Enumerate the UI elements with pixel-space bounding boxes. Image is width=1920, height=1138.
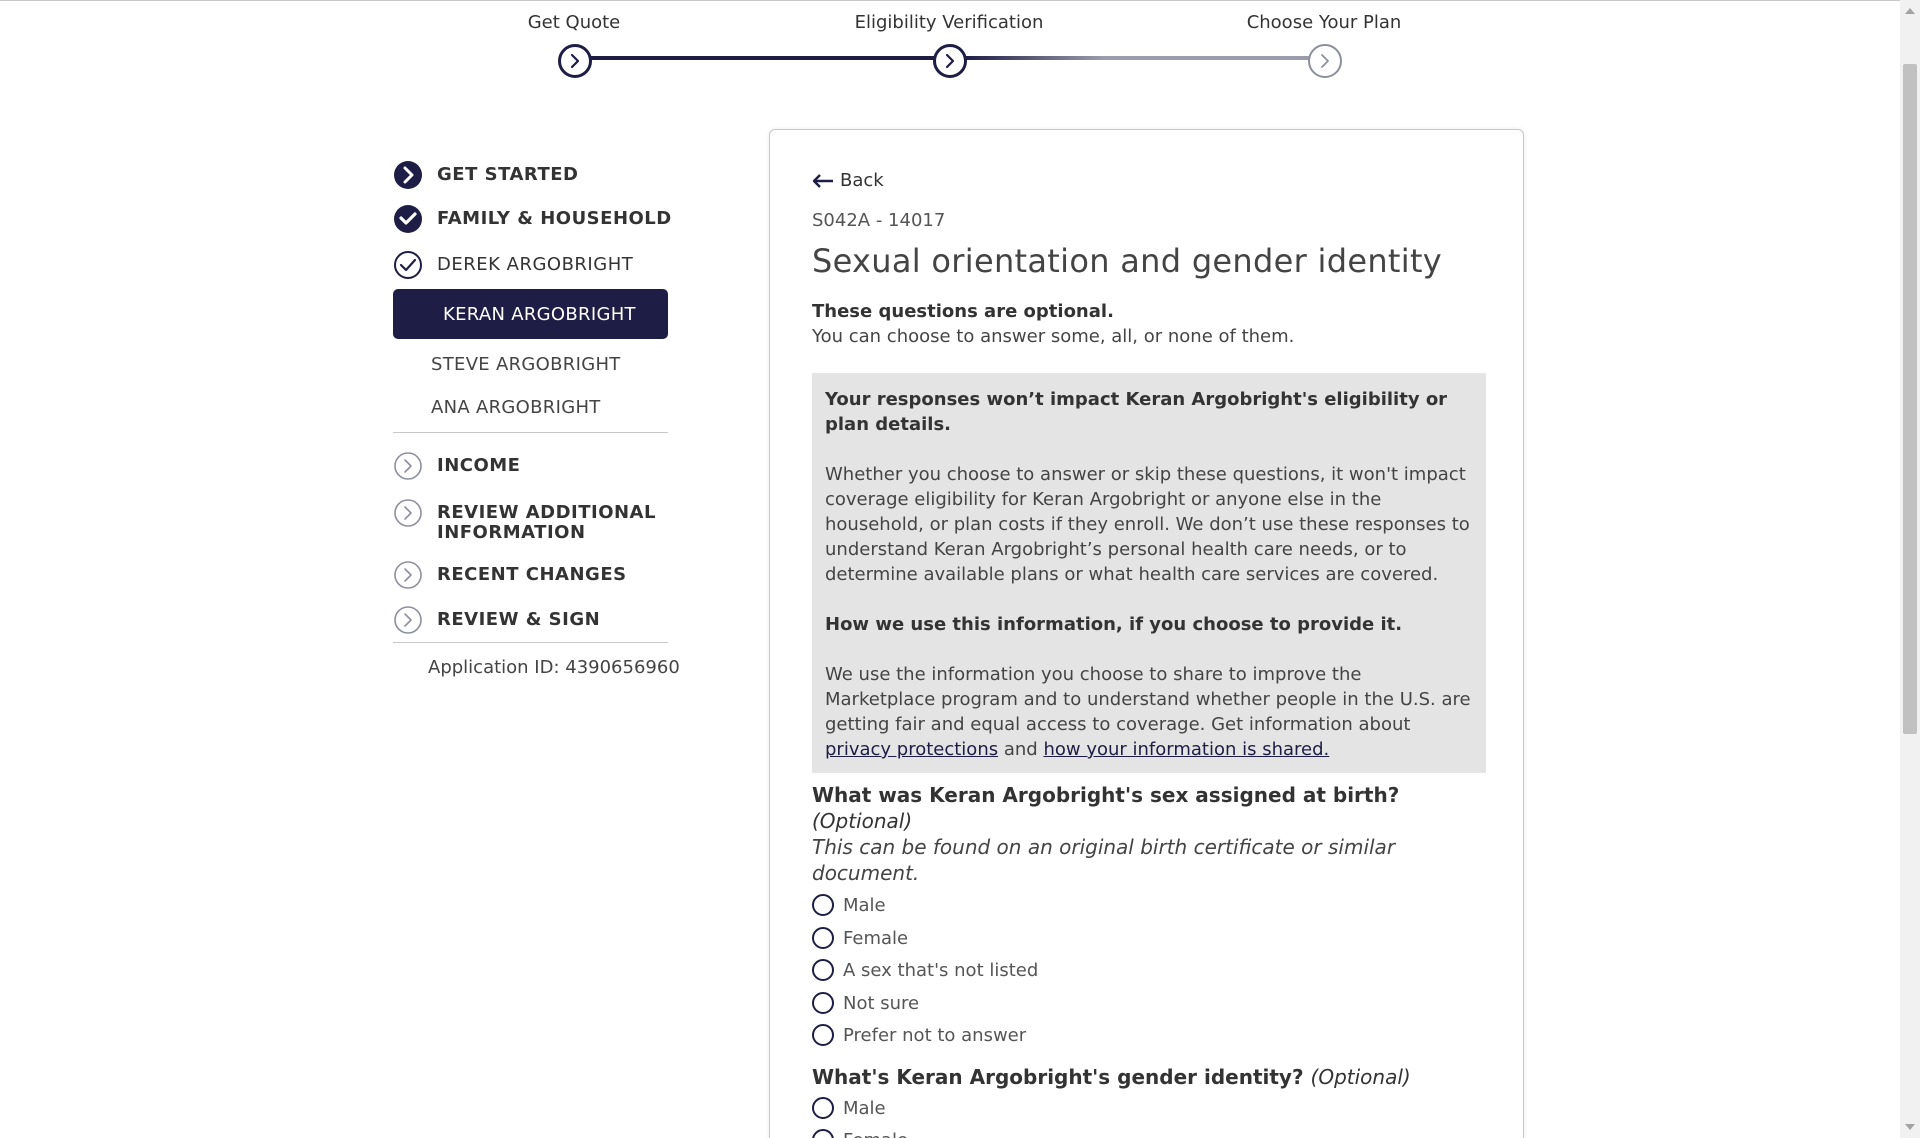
info-heading-usage: How we use this information, if you choo… xyxy=(825,614,1403,635)
info-paragraph-impact: Whether you choose to answer or skip the… xyxy=(825,464,1470,585)
step-label-choose-your-plan: Choose Your Plan xyxy=(1246,12,1402,33)
chevron-right-outline-icon xyxy=(393,451,423,481)
question-sex-assigned-at-birth: What was Keran Argobright's sex assigned… xyxy=(812,782,1492,886)
step-get-quote xyxy=(558,44,592,78)
chevron-right-outline-icon xyxy=(393,605,423,635)
check-filled-icon xyxy=(393,204,423,234)
radio-label: Prefer not to answer xyxy=(843,1024,1027,1046)
radio-button[interactable] xyxy=(812,1097,834,1119)
check-outline-icon xyxy=(393,250,423,280)
sidebar-item-review-sign[interactable]: REVIEW & SIGN xyxy=(393,605,600,635)
question-text: What's Keran Argobright's gender identit… xyxy=(812,1065,1304,1089)
question-hint: This can be found on an original birth c… xyxy=(812,835,1396,885)
sidebar-divider xyxy=(393,642,668,643)
radio-button[interactable] xyxy=(812,992,834,1014)
radio-label: Male xyxy=(843,1097,886,1119)
chevron-right-filled-icon xyxy=(393,160,423,190)
sidebar-item-keran-argobright[interactable]: KERAN ARGOBRIGHT xyxy=(393,289,668,339)
question-gender-identity: What's Keran Argobright's gender identit… xyxy=(812,1065,1411,1089)
sidebar-item-steve-argobright[interactable]: STEVE ARGOBRIGHT xyxy=(431,354,621,375)
page-scrollbar[interactable] xyxy=(1900,0,1920,1138)
sidebar-item-label: GET STARTED xyxy=(437,164,579,185)
radio-button[interactable] xyxy=(812,894,834,916)
radio-button[interactable] xyxy=(812,927,834,949)
radio-gender-male[interactable]: Male xyxy=(812,1097,886,1119)
sidebar-item-income[interactable]: INCOME xyxy=(393,451,520,481)
back-link[interactable]: Back xyxy=(812,170,884,191)
step-eligibility-verification xyxy=(933,44,967,78)
chevron-right-icon xyxy=(945,53,955,69)
info-heading-impact: Your responses won’t impact Keran Argobr… xyxy=(825,389,1448,435)
sidebar-item-label: FAMILY & HOUSEHOLD xyxy=(437,208,672,229)
radio-label: A sex that's not listed xyxy=(843,959,1039,981)
radio-sex-male[interactable]: Male xyxy=(812,894,886,916)
sidebar-item-review-additional-information[interactable]: REVIEW ADDITIONAL INFORMATION xyxy=(393,498,656,543)
radio-button[interactable] xyxy=(812,959,834,981)
radio-gender-female[interactable]: Female xyxy=(812,1129,908,1138)
chevron-right-outline-icon xyxy=(393,498,423,528)
radio-sex-female[interactable]: Female xyxy=(812,927,908,949)
arrow-left-icon xyxy=(812,173,833,188)
sidebar-item-family-household[interactable]: FAMILY & HOUSEHOLD xyxy=(393,204,672,234)
optional-label: (Optional) xyxy=(812,809,913,833)
radio-sex-prefer-not[interactable]: Prefer not to answer xyxy=(812,1024,1026,1046)
sidebar-divider xyxy=(393,432,668,433)
step-connector-upcoming xyxy=(965,56,1310,60)
sidebar-item-get-started[interactable]: GET STARTED xyxy=(393,160,578,190)
step-label-eligibility-verification: Eligibility Verification xyxy=(854,12,1044,33)
chevron-right-icon xyxy=(570,53,580,69)
radio-sex-not-listed[interactable]: A sex that's not listed xyxy=(812,959,1038,981)
sidebar-item-label: DEREK ARGOBRIGHT xyxy=(437,254,634,275)
sidebar-item-derek-argobright[interactable]: DEREK ARGOBRIGHT xyxy=(393,250,633,280)
screen-code: S042A - 14017 xyxy=(812,210,946,231)
information-shared-link[interactable]: how your information is shared. xyxy=(1043,739,1329,760)
progress-stepper: Get Quote Eligibility Verification Choos… xyxy=(0,0,1900,90)
application-id: Application ID: 4390656960 xyxy=(428,657,680,678)
sidebar-item-label: INCOME xyxy=(437,455,521,476)
optional-heading: These questions are optional. xyxy=(812,301,1114,322)
main-card: Back S042A - 14017 Sexual orientation an… xyxy=(769,129,1524,1138)
sidebar-item-ana-argobright[interactable]: ANA ARGOBRIGHT xyxy=(431,397,601,418)
scroll-down-arrow-icon[interactable] xyxy=(1905,1124,1915,1130)
privacy-protections-link[interactable]: privacy protections xyxy=(825,739,998,760)
radio-button[interactable] xyxy=(812,1129,834,1138)
sidebar-item-recent-changes[interactable]: RECENT CHANGES xyxy=(393,560,627,590)
info-and-text: and xyxy=(1003,739,1038,760)
sidebar-item-label: REVIEW & SIGN xyxy=(437,609,601,630)
step-label-get-quote: Get Quote xyxy=(527,12,621,33)
question-text: What was Keran Argobright's sex assigned… xyxy=(812,783,1400,807)
radio-label: Female xyxy=(843,1130,908,1138)
scroll-up-arrow-icon[interactable] xyxy=(1905,8,1915,14)
chevron-right-outline-icon xyxy=(393,560,423,590)
radio-label: Female xyxy=(843,927,909,949)
radio-button[interactable] xyxy=(812,1024,834,1046)
sidebar-item-label: RECENT CHANGES xyxy=(437,564,627,585)
step-connector-complete xyxy=(590,56,935,60)
info-paragraph-usage-text: We use the information you choose to sha… xyxy=(825,664,1471,735)
optional-subtext: You can choose to answer some, all, or n… xyxy=(812,326,1295,347)
page-title: Sexual orientation and gender identity xyxy=(812,242,1443,280)
radio-label: Male xyxy=(843,894,886,916)
back-label: Back xyxy=(840,170,884,191)
radio-sex-not-sure[interactable]: Not sure xyxy=(812,992,919,1014)
step-choose-your-plan xyxy=(1308,44,1342,78)
sidebar-item-label-line1: REVIEW ADDITIONAL xyxy=(437,502,656,523)
sidebar-item-label-line2: INFORMATION xyxy=(437,522,586,543)
scrollbar-thumb[interactable] xyxy=(1903,64,1917,734)
info-paragraph-usage: We use the information you choose to sha… xyxy=(825,662,1473,762)
info-box: Your responses won’t impact Keran Argobr… xyxy=(812,373,1486,773)
chevron-right-icon xyxy=(1321,54,1329,68)
sidebar-item-label: REVIEW ADDITIONAL INFORMATION xyxy=(437,498,656,543)
optional-label: (Optional) xyxy=(1310,1065,1411,1089)
radio-label: Not sure xyxy=(843,992,920,1014)
